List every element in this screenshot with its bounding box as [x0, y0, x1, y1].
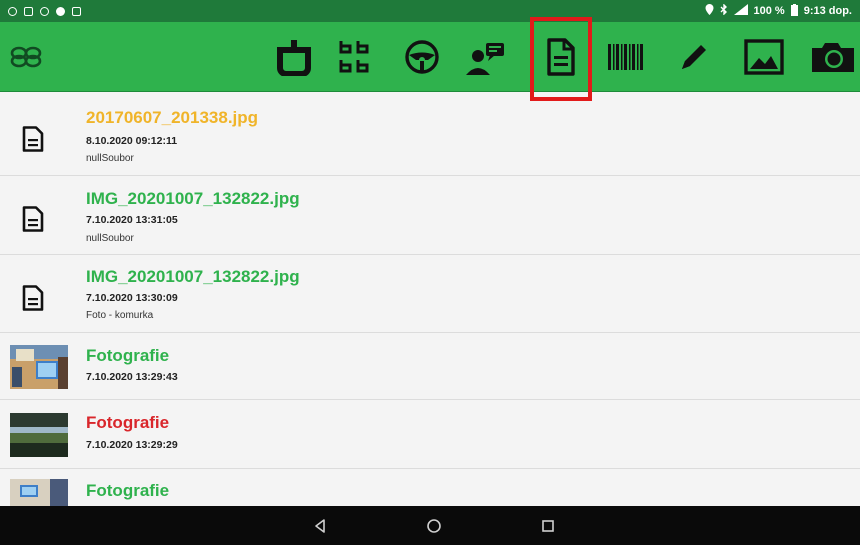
- item-title: IMG_20201007_132822.jpg: [86, 267, 300, 286]
- item-date: 7.10.2020 13:29:43: [86, 371, 178, 383]
- list-item[interactable]: IMG_20201007_132822.jpg 7.10.2020 13:31:…: [0, 176, 860, 255]
- clover-icon[interactable]: [6, 22, 46, 92]
- status-bar: 100 % 9:13 dop.: [0, 0, 860, 22]
- item-subtitle: nullSoubor: [86, 233, 134, 244]
- item-date: 7.10.2020 13:30:09: [86, 292, 178, 304]
- item-date: 8.10.2020 09:12:11: [86, 135, 178, 147]
- item-subtitle: nullSoubor: [86, 153, 134, 164]
- photo-thumbnail: [10, 413, 68, 457]
- document-icon: [22, 126, 44, 152]
- document-icon: [22, 206, 44, 232]
- grid-icon[interactable]: [326, 22, 386, 92]
- steering-wheel-icon[interactable]: [392, 22, 452, 92]
- location-icon: [705, 4, 714, 18]
- home-icon[interactable]: [424, 516, 444, 536]
- sync-icon: [56, 6, 65, 16]
- battery-percent: 100 %: [753, 5, 785, 17]
- item-title: IMG_20201007_132822.jpg: [86, 189, 300, 208]
- recents-icon[interactable]: [538, 516, 558, 536]
- item-subtitle: Foto - komurka: [86, 310, 154, 321]
- toolbar: [0, 22, 860, 92]
- notification-icons: [8, 6, 81, 16]
- navigation-bar: [0, 506, 860, 545]
- clock: 9:13 dop.: [803, 5, 852, 17]
- list-item[interactable]: 20170607_201338.jpg 8.10.2020 09:12:11 n…: [0, 94, 860, 176]
- document-icon: [22, 285, 44, 311]
- list-item[interactable]: IMG_20201007_132822.jpg 7.10.2020 13:30:…: [0, 255, 860, 333]
- image-icon[interactable]: [734, 22, 794, 92]
- bluetooth-icon: [720, 3, 728, 18]
- list-item[interactable]: Fotografie 7.10.2020 13:29:43: [0, 333, 860, 400]
- record-list: 20170607_201338.jpg 8.10.2020 09:12:11 n…: [0, 94, 860, 506]
- signal-icon: [733, 4, 748, 18]
- item-date: 7.10.2020 13:29:29: [86, 439, 178, 451]
- scale-icon[interactable]: [264, 22, 324, 92]
- mail-icon: [24, 6, 33, 16]
- item-title: 20170607_201338.jpg: [86, 108, 259, 127]
- list-item[interactable]: Fotografie 7.10.2020 13:29:29: [0, 400, 860, 469]
- system-status: 100 % 9:13 dop.: [705, 3, 852, 19]
- document-icon[interactable]: [531, 22, 591, 92]
- back-icon[interactable]: [310, 516, 330, 536]
- item-title: Fotografie: [86, 481, 170, 500]
- notification-icon: [8, 6, 17, 16]
- photo-thumbnail: [10, 479, 68, 506]
- camera-icon[interactable]: [804, 22, 860, 92]
- barcode-icon[interactable]: [596, 22, 656, 92]
- item-title: Fotografie: [86, 346, 170, 365]
- list-item[interactable]: Fotografie: [0, 469, 860, 506]
- item-title: Fotografie: [86, 413, 170, 432]
- sd-card-icon: [72, 6, 81, 16]
- person-message-icon[interactable]: [456, 22, 516, 92]
- clover-small-icon: [40, 6, 49, 16]
- photo-thumbnail: [10, 345, 68, 389]
- battery-icon: [790, 3, 798, 19]
- item-date: 7.10.2020 13:31:05: [86, 214, 178, 226]
- pencil-icon[interactable]: [664, 22, 724, 92]
